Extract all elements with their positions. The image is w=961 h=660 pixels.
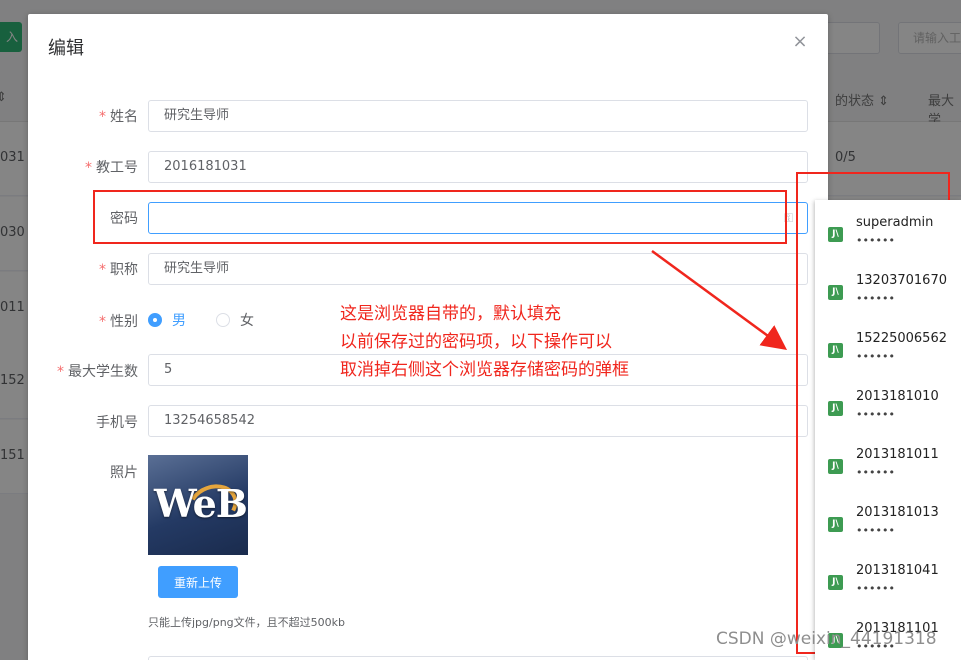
next-field-input[interactable] — [148, 656, 808, 660]
reupload-button[interactable]: 重新上传 — [158, 566, 238, 598]
required-mark: * — [85, 160, 92, 176]
annotation-line: 这是浏览器自带的，默认填充 — [340, 304, 561, 324]
masked-password: •••••• — [856, 524, 895, 537]
saved-username: 2013181041 — [856, 563, 939, 578]
password-highlight-box — [93, 190, 787, 244]
gender-label: * 性别 — [28, 311, 138, 331]
saved-password-item[interactable]: J\ 2013181011 •••••• — [815, 432, 961, 490]
name-input[interactable]: 研究生导师 — [148, 100, 808, 132]
gender-label-text: 性别 — [110, 314, 138, 330]
saved-username: 2013181013 — [856, 505, 939, 520]
saved-password-item[interactable]: J\ superadmin •••••• — [815, 200, 961, 258]
staff-id-label-text: 教工号 — [96, 160, 138, 176]
site-favicon-icon: J\ — [828, 401, 843, 416]
site-favicon-icon: J\ — [828, 285, 843, 300]
masked-password: •••••• — [856, 292, 895, 305]
gender-female-label: 女 — [240, 313, 254, 329]
masked-password: •••••• — [856, 466, 895, 479]
photo-preview: WeB — [148, 455, 248, 555]
staff-id-label: * 教工号 — [28, 157, 138, 177]
required-mark: * — [99, 262, 106, 278]
phone-label: 手机号 — [96, 415, 138, 431]
site-favicon-icon: J\ — [828, 227, 843, 242]
annotation-arrow — [651, 249, 788, 350]
masked-password: •••••• — [856, 582, 895, 595]
masked-password: •••••• — [856, 350, 895, 363]
required-mark: * — [99, 109, 106, 125]
required-mark: * — [99, 314, 106, 330]
upload-tip: 只能上传jpg/png文件，且不超过500kb — [148, 616, 346, 629]
photo-label: 照片 — [110, 465, 138, 481]
site-favicon-icon: J\ — [828, 575, 843, 590]
saved-password-item[interactable]: J\ 13203701670 •••••• — [815, 258, 961, 316]
title-label-text: 职称 — [110, 262, 138, 278]
saved-username: 2013181011 — [856, 447, 939, 462]
site-favicon-icon: J\ — [828, 343, 843, 358]
annotation-line: 取消掉右侧这个浏览器存储密码的弹框 — [340, 360, 629, 380]
saved-username: superadmin — [856, 215, 934, 230]
photo-logo-text: WeB — [154, 481, 248, 526]
masked-password: •••••• — [856, 408, 895, 421]
saved-password-item[interactable]: J\ 2013181013 •••••• — [815, 490, 961, 548]
radio-unchecked-icon — [216, 313, 230, 327]
saved-password-item[interactable]: J\ 2013181041 •••••• — [815, 548, 961, 606]
masked-password: •••••• — [856, 234, 895, 247]
saved-username: 15225006562 — [856, 331, 947, 346]
name-label: * 姓名 — [28, 106, 138, 126]
site-favicon-icon: J\ — [828, 459, 843, 474]
max-students-label: * 最大学生数 — [28, 361, 138, 381]
title-label: * 职称 — [28, 259, 138, 279]
radio-checked-icon — [148, 313, 162, 327]
max-students-label-text: 最大学生数 — [68, 364, 138, 380]
gender-radio-female[interactable]: 女 — [216, 312, 254, 329]
gender-male-label: 男 — [172, 313, 186, 329]
site-favicon-icon: J\ — [828, 517, 843, 532]
saved-password-item[interactable]: J\ 2013181010 •••••• — [815, 374, 961, 432]
annotation-text: 这是浏览器自带的，默认填充 以前保存过的密码项，以下操作可以 取消掉右侧这个浏览… — [340, 300, 629, 384]
saved-password-dropdown: J\ superadmin •••••• J\ 13203701670 ••••… — [815, 200, 961, 660]
saved-username: 13203701670 — [856, 273, 947, 288]
annotation-line: 以前保存过的密码项，以下操作可以 — [340, 332, 612, 352]
saved-password-item[interactable]: J\ 15225006562 •••••• — [815, 316, 961, 374]
csdn-watermark: CSDN @weixin_44191318 — [716, 629, 937, 649]
dialog-title: 编辑 — [48, 38, 84, 59]
phone-input[interactable]: 13254658542 — [148, 405, 808, 437]
name-label-text: 姓名 — [110, 109, 138, 125]
close-icon[interactable]: × — [792, 32, 808, 52]
required-mark: * — [57, 364, 64, 380]
saved-username: 2013181010 — [856, 389, 939, 404]
staff-id-input[interactable]: 2016181031 — [148, 151, 808, 183]
gender-radio-male[interactable]: 男 — [148, 312, 186, 329]
